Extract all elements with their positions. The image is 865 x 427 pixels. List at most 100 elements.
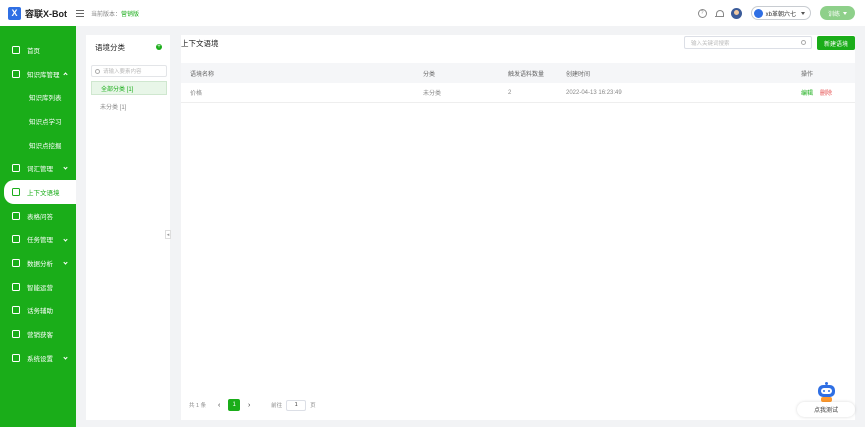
total-count: 共 1 条	[189, 403, 207, 409]
column-header: 语境名称	[190, 71, 215, 78]
keyword-search-placeholder: 输入关键词搜索	[691, 40, 730, 47]
table-header: 语境名称 分类 触发语料数量 创建时间 操作	[181, 63, 855, 83]
sidebar-item-settings[interactable]: 系统设置	[0, 346, 76, 370]
edit-link[interactable]: 编辑	[801, 91, 813, 97]
add-category-icon[interactable]: +	[156, 44, 162, 50]
bell-icon[interactable]	[714, 9, 724, 18]
category-header: 语境分类 +	[86, 35, 170, 59]
cell-created: 2022-04-13 16:23:49	[566, 89, 622, 96]
goto-suffix: 页	[310, 403, 316, 409]
category-item-uncategorized[interactable]: 未分类 [1]	[91, 99, 167, 113]
sidebar-item-operations[interactable]: 智能运营	[0, 275, 76, 299]
chevron-down-icon	[63, 260, 68, 265]
next-page-icon[interactable]: ›	[245, 401, 253, 409]
category-title: 语境分类	[95, 42, 125, 52]
category-search-placeholder: 请输入要素内容	[103, 69, 142, 75]
chevron-down-icon	[63, 236, 68, 242]
sidebar-item-analytics[interactable]: 数据分析	[0, 251, 76, 275]
cell-category: 未分类	[423, 91, 442, 97]
sidebar-item-label: 上下文语境	[27, 189, 60, 197]
goto-prefix: 前往	[271, 403, 283, 409]
sidebar-item-label: 知识点挖掘	[29, 142, 62, 150]
sidebar-item-label: 表格问答	[27, 213, 53, 221]
shield-icon	[12, 282, 20, 291]
sidebar-item-knowledge-base[interactable]: 知识库管理	[0, 62, 76, 86]
train-label: 训练	[827, 11, 840, 18]
category-item-label: 全部分类 [1]	[101, 86, 134, 93]
sidebar-item-table-qa[interactable]: 表格问答	[0, 204, 76, 228]
marketing-icon	[12, 330, 20, 339]
pagination: 共 1 条 ‹ 1 › 前往 1 页	[189, 399, 316, 411]
sidebar-item-call-assist[interactable]: 话务辅助	[0, 299, 76, 323]
sidebar-item-label: 系统设置	[27, 355, 53, 363]
app-logo[interactable]: X 容联X-Bot	[8, 6, 76, 20]
avatar[interactable]	[730, 7, 742, 19]
prev-page-icon[interactable]: ‹	[215, 401, 223, 409]
sidebar-item-context[interactable]: 上下文语境	[4, 180, 76, 204]
chevron-down-icon	[63, 355, 68, 360]
assistant-label: 点我测试	[797, 402, 855, 417]
book-icon	[12, 69, 20, 78]
sidebar-item-knowledge-list[interactable]: 知识库列表	[0, 85, 76, 109]
home-icon	[12, 45, 20, 54]
menu-toggle-icon[interactable]	[76, 9, 84, 17]
column-header: 操作	[801, 71, 814, 78]
task-icon	[12, 235, 20, 244]
bot-icon	[753, 8, 763, 18]
column-header: 触发语料数量	[508, 71, 545, 78]
search-icon[interactable]	[801, 40, 806, 45]
robot-icon	[816, 382, 837, 402]
keyword-search-input[interactable]: 输入关键词搜索	[684, 36, 812, 49]
bot-selector[interactable]: xb革朝六七	[750, 6, 811, 20]
search-icon	[95, 68, 100, 74]
document-icon	[12, 187, 20, 196]
cell-count: 2	[508, 89, 512, 96]
top-bar: X 容联X-Bot 当前版本：营销版 ? xb革朝六七 训练	[0, 0, 865, 26]
sidebar-item-label: 词汇管理	[27, 166, 53, 174]
column-header: 分类	[423, 71, 436, 78]
delete-link[interactable]: 删除	[820, 91, 832, 97]
new-context-button[interactable]: 新建语境	[817, 36, 855, 50]
category-panel: 语境分类 + 请输入要素内容 全部分类 [1] 未分类 [1]	[86, 35, 170, 420]
sidebar-item-home[interactable]: 首页	[0, 38, 76, 62]
version-label: 当前版本：	[91, 11, 122, 18]
table-icon	[12, 211, 20, 220]
table-row: 价格 未分类 2 2022-04-13 16:23:49 编辑 删除	[181, 83, 855, 103]
category-search-input[interactable]: 请输入要素内容	[91, 65, 167, 77]
chevron-down-icon	[63, 165, 68, 171]
main-content: 上下文语境 输入关键词搜索 新建语境 语境名称 分类 触发语料数量 创建时间 操…	[181, 35, 855, 420]
sidebar-item-tasks[interactable]: 任务管理	[0, 228, 76, 252]
vocabulary-icon	[12, 164, 20, 173]
sidebar-item-label: 知识点学习	[29, 118, 62, 126]
sidebar-item-label: 数据分析	[27, 261, 53, 269]
sidebar-item-label: 智能运营	[27, 284, 53, 292]
sidebar-item-label: 首页	[27, 47, 40, 55]
goto-page: 前往 1 页	[271, 399, 316, 411]
train-button[interactable]: 训练	[820, 6, 855, 20]
phone-icon	[12, 306, 20, 315]
logo-x-icon: X	[8, 6, 21, 20]
page-number[interactable]: 1	[228, 399, 241, 411]
chevron-up-icon	[63, 72, 68, 77]
goto-page-input[interactable]: 1	[286, 399, 307, 411]
chevron-down-icon	[801, 11, 805, 15]
cell-name: 价格	[190, 91, 203, 97]
context-table: 语境名称 分类 触发语料数量 创建时间 操作 价格 未分类 2 2022-04-…	[181, 63, 855, 103]
sidebar-item-label: 知识库管理	[27, 71, 60, 79]
collapse-panel-handle[interactable]: ◂	[165, 230, 171, 239]
version-value: 营销版	[121, 11, 140, 18]
sidebar-item-knowledge-mining[interactable]: 知识点挖掘	[0, 133, 76, 157]
chart-icon	[12, 259, 20, 268]
test-assistant-button[interactable]: 点我测试	[797, 380, 855, 418]
sidebar-item-label: 任务管理	[27, 237, 53, 245]
sidebar-item-label: 营销获客	[27, 332, 53, 340]
category-item-all[interactable]: 全部分类 [1]	[91, 81, 167, 95]
bot-name: xb革朝六七	[765, 11, 796, 18]
sidebar-item-knowledge-learning[interactable]: 知识点学习	[0, 109, 76, 133]
help-icon[interactable]: ?	[697, 8, 707, 18]
sidebar-item-label: 知识库列表	[29, 95, 62, 103]
sidebar-item-vocabulary[interactable]: 词汇管理	[0, 156, 76, 180]
gear-icon	[12, 353, 20, 362]
column-header: 创建时间	[566, 71, 591, 78]
sidebar-item-marketing[interactable]: 营销获客	[0, 322, 76, 346]
